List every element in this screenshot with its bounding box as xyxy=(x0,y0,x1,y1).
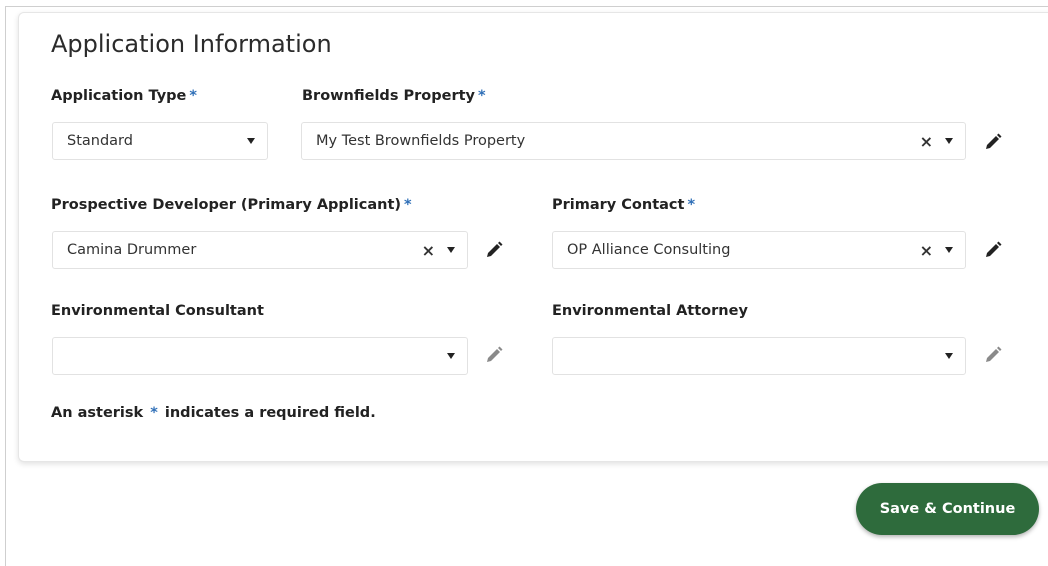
required-marker: * xyxy=(150,405,158,421)
save-continue-button[interactable]: Save & Continue xyxy=(856,483,1039,535)
required-marker: * xyxy=(687,197,696,213)
clear-icon[interactable]: × xyxy=(920,132,933,151)
application-type-select[interactable]: Standard xyxy=(52,122,268,160)
pencil-icon[interactable] xyxy=(984,241,1002,259)
primary-contact-value: OP Alliance Consulting xyxy=(567,242,731,258)
required-field-note: An asterisk * indicates a required field… xyxy=(51,405,376,421)
primary-contact-label: Primary Contact * xyxy=(552,197,696,213)
application-type-label: Application Type * xyxy=(51,88,197,104)
chevron-down-icon[interactable] xyxy=(945,353,953,359)
chevron-down-icon[interactable] xyxy=(447,247,455,253)
brownfields-property-value: My Test Brownfields Property xyxy=(316,133,526,149)
required-marker: * xyxy=(404,197,412,213)
environmental-attorney-select[interactable] xyxy=(552,337,966,375)
environmental-consultant-label: Environmental Consultant xyxy=(51,303,264,319)
chevron-down-icon[interactable] xyxy=(247,138,255,144)
prospective-developer-label: Prospective Developer (Primary Applicant… xyxy=(51,197,412,213)
prospective-developer-select[interactable]: Camina Drummer × xyxy=(52,231,468,269)
brownfields-property-select[interactable]: My Test Brownfields Property × xyxy=(301,122,966,160)
application-type-value: Standard xyxy=(67,133,133,149)
pencil-icon xyxy=(986,346,1002,362)
chevron-down-icon[interactable] xyxy=(945,138,953,144)
pencil-icon[interactable] xyxy=(984,133,1002,151)
environmental-attorney-label: Environmental Attorney xyxy=(552,303,748,319)
required-marker: * xyxy=(477,88,486,104)
pencil-icon xyxy=(487,346,503,362)
brownfields-property-label: Brownfields Property * xyxy=(302,88,486,104)
pencil-icon[interactable] xyxy=(485,241,503,259)
clear-icon[interactable]: × xyxy=(422,241,435,260)
prospective-developer-value: Camina Drummer xyxy=(67,242,197,258)
environmental-consultant-select[interactable] xyxy=(52,337,468,375)
required-marker: * xyxy=(189,88,197,104)
clear-icon[interactable]: × xyxy=(920,241,933,260)
chevron-down-icon[interactable] xyxy=(945,247,953,253)
chevron-down-icon[interactable] xyxy=(447,353,455,359)
section-title: Application Information xyxy=(51,30,332,58)
primary-contact-select[interactable]: OP Alliance Consulting × xyxy=(552,231,966,269)
